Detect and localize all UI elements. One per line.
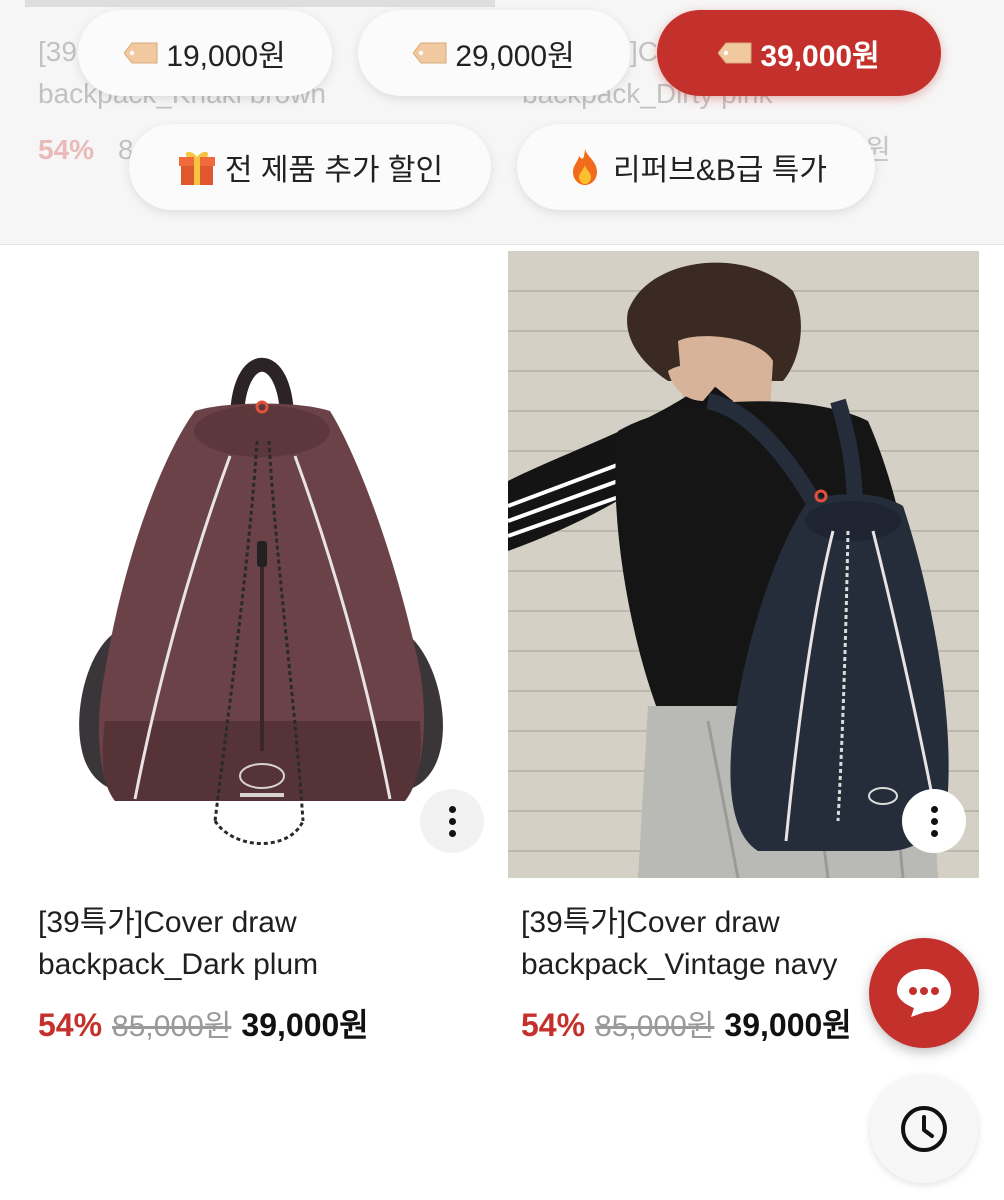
- original-price: 85,000원: [595, 1010, 715, 1043]
- discount-rate: 54%: [521, 1007, 586, 1043]
- product-title-line: backpack_Dark plum: [38, 948, 319, 981]
- more-options-button[interactable]: [902, 789, 966, 853]
- previous-image-edge: [25, 0, 495, 7]
- product-image-vintage-navy[interactable]: [508, 251, 979, 878]
- gift-icon: [178, 151, 215, 185]
- original-price: 85,000원: [112, 1010, 232, 1043]
- more-options-button[interactable]: [420, 789, 484, 853]
- category-filter-extra-discount[interactable]: 전 제품 추가 할인: [129, 124, 491, 210]
- ghost-title-right: ]C: [630, 36, 658, 67]
- ghost-discount-left: 54%: [38, 134, 95, 165]
- more-vertical-icon: [930, 805, 938, 837]
- price-tag-icon: [124, 42, 158, 64]
- price-filter-label: 39,000원: [760, 40, 880, 73]
- category-filter-label: 리퍼브&B급 특가: [613, 154, 827, 187]
- price-filter-label: 29,000원: [455, 40, 575, 73]
- price-filter-29000[interactable]: 29,000원: [358, 10, 630, 96]
- fire-icon: [573, 149, 598, 185]
- more-vertical-icon: [448, 805, 456, 837]
- product-title-line: [39특가]Cover draw: [38, 906, 297, 939]
- product-title[interactable]: [39특가]Cover draw backpack_Dark plum: [38, 902, 478, 986]
- category-filter-refurb[interactable]: 리퍼브&B급 특가: [517, 124, 875, 210]
- navy-backpack-model-image: [508, 251, 979, 878]
- product-title-line: [39특가]Cover draw: [521, 906, 780, 939]
- price-row: 54% 85,000원 39,000원: [521, 1000, 852, 1046]
- price-filter-39000[interactable]: 39,000원: [657, 10, 941, 96]
- price-filter-19000[interactable]: 19,000원: [78, 10, 332, 96]
- ghost-title-left: [39: [38, 36, 77, 67]
- discount-rate: 54%: [38, 1007, 103, 1043]
- product-image-dark-plum[interactable]: [25, 251, 495, 878]
- recently-viewed-button[interactable]: [870, 1075, 978, 1183]
- price-tag-icon: [718, 42, 752, 64]
- filter-header: [39 backpack_Khaki brown 54% 8 ]C backpa…: [0, 0, 1004, 245]
- price-tag-icon: [413, 42, 447, 64]
- category-filter-label: 전 제품 추가 할인: [224, 154, 444, 187]
- sale-price: 39,000원: [724, 1007, 852, 1043]
- price-row: 54% 85,000원 39,000원: [38, 1000, 369, 1046]
- price-filter-label: 19,000원: [166, 40, 286, 73]
- sale-price: 39,000원: [241, 1007, 369, 1043]
- plum-backpack-image: [79, 358, 443, 845]
- chat-button[interactable]: [869, 938, 979, 1048]
- clock-icon: [901, 1106, 947, 1152]
- chat-bubble-icon: [897, 969, 951, 1017]
